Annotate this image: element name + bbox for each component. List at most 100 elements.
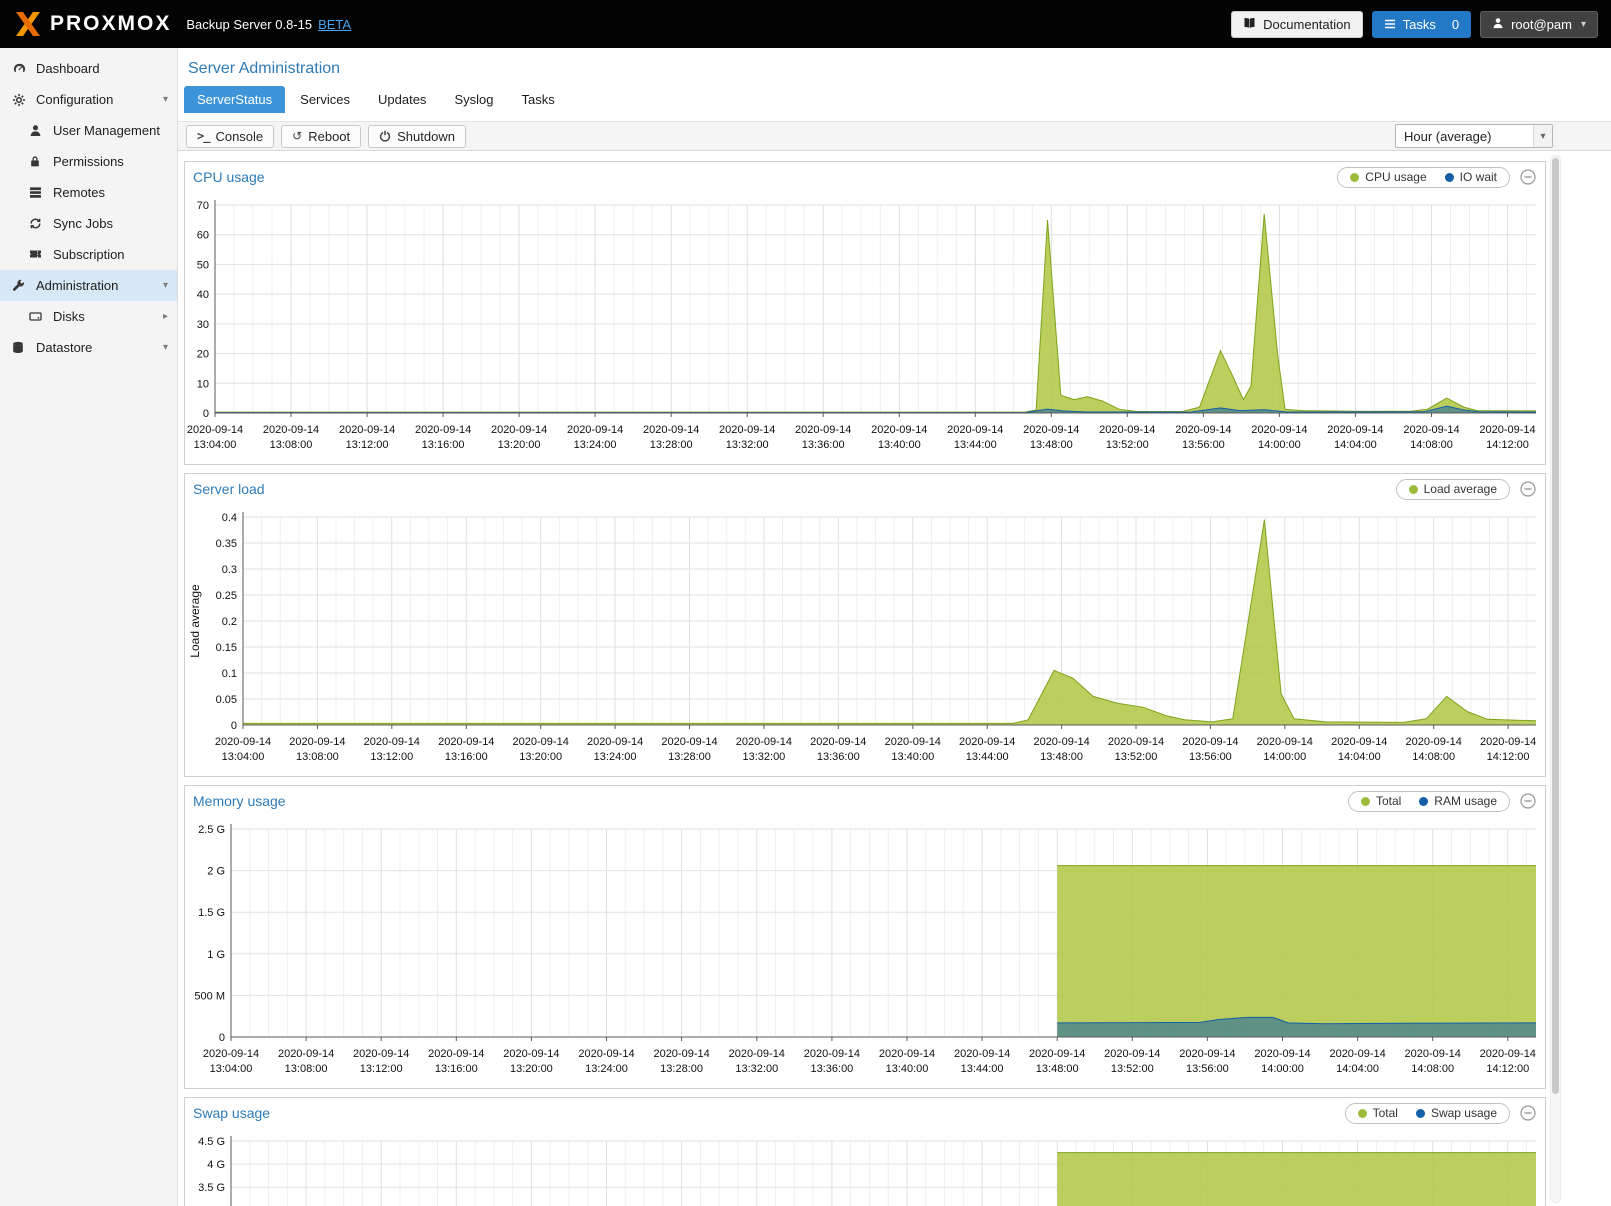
tab-tasks[interactable]: Tasks (508, 86, 567, 113)
svg-text:70: 70 (197, 200, 209, 212)
sidebar-item-permissions[interactable]: Permissions (0, 146, 177, 177)
svg-text:2020-09-14: 2020-09-14 (1331, 736, 1387, 748)
svg-text:13:04:00: 13:04:00 (194, 439, 237, 451)
svg-text:2020-09-14: 2020-09-14 (1480, 736, 1536, 748)
svg-text:13:28:00: 13:28:00 (668, 751, 711, 763)
svg-text:2020-09-14: 2020-09-14 (353, 1048, 409, 1060)
sidebar-item-datastore[interactable]: Datastore▾ (0, 332, 177, 363)
svg-text:13:12:00: 13:12:00 (360, 1063, 403, 1075)
svg-text:13:24:00: 13:24:00 (585, 1063, 628, 1075)
svg-text:2020-09-14: 2020-09-14 (1251, 424, 1307, 436)
svg-text:2020-09-14: 2020-09-14 (491, 424, 547, 436)
documentation-button[interactable]: Documentation (1231, 11, 1362, 38)
svg-text:2020-09-14: 2020-09-14 (513, 736, 569, 748)
svg-text:13:44:00: 13:44:00 (954, 439, 997, 451)
svg-text:2020-09-14: 2020-09-14 (1033, 736, 1089, 748)
subscription-icon (29, 248, 45, 262)
svg-text:13:04:00: 13:04:00 (210, 1063, 253, 1075)
svg-text:2020-09-14: 2020-09-14 (736, 736, 792, 748)
chevron-down-icon[interactable]: ▾ (163, 95, 168, 105)
svg-text:2020-09-14: 2020-09-14 (187, 424, 243, 436)
sidebar-item-configuration[interactable]: Configuration▾ (0, 84, 177, 115)
svg-text:13:16:00: 13:16:00 (422, 439, 465, 451)
svg-text:13:40:00: 13:40:00 (878, 439, 921, 451)
user-menu-button[interactable]: root@pam ▾ (1480, 11, 1598, 38)
svg-text:1 G: 1 G (207, 949, 225, 961)
svg-text:14:04:00: 14:04:00 (1334, 439, 1377, 451)
panel-server-load: Server loadLoad average2020-09-1413:04:0… (184, 473, 1546, 777)
legend-label: IO wait (1460, 170, 1497, 184)
svg-text:1.5 G: 1.5 G (198, 907, 225, 919)
beta-link[interactable]: BETA (318, 17, 351, 32)
tab-serverstatus[interactable]: ServerStatus (184, 86, 285, 113)
svg-text:2020-09-14: 2020-09-14 (1108, 736, 1164, 748)
sidebar-item-sync-jobs[interactable]: Sync Jobs (0, 208, 177, 239)
shutdown-button[interactable]: Shutdown (368, 125, 466, 148)
tab-services[interactable]: Services (287, 86, 363, 113)
chevron-right-icon[interactable]: ▸ (163, 312, 168, 322)
console-button[interactable]: >_ Console (186, 125, 274, 148)
memory-usage-collapse-button[interactable] (1519, 792, 1537, 810)
chevron-down-icon[interactable]: ▾ (163, 343, 168, 353)
svg-text:2020-09-14: 2020-09-14 (795, 424, 851, 436)
svg-text:2020-09-14: 2020-09-14 (339, 424, 395, 436)
svg-text:13:32:00: 13:32:00 (726, 439, 769, 451)
svg-text:2020-09-14: 2020-09-14 (1029, 1048, 1085, 1060)
svg-text:3.5 G: 3.5 G (198, 1182, 225, 1194)
sidebar-item-subscription[interactable]: Subscription (0, 239, 177, 270)
server-load-collapse-button[interactable] (1519, 480, 1537, 498)
svg-text:2020-09-14: 2020-09-14 (438, 736, 494, 748)
panel-memory-usage: Memory usageTotalRAM usage 2020-09-14 13:0… (184, 785, 1546, 1089)
cpu-usage-legend: CPU usageIO wait (1337, 167, 1510, 188)
svg-text:2020-09-14: 2020-09-14 (1023, 424, 1079, 436)
legend-dot-icon (1445, 173, 1454, 182)
svg-text:13:56:00: 13:56:00 (1182, 439, 1225, 451)
legend-label: Total (1373, 1106, 1398, 1120)
swap-usage-legend: TotalSwap usage (1345, 1103, 1510, 1124)
svg-text:2020-09-14: 2020-09-14 (719, 424, 775, 436)
svg-text:2020-09-14: 2020-09-14 (1329, 1048, 1385, 1060)
legend-dot-icon (1361, 797, 1370, 806)
sidebar-item-remotes[interactable]: Remotes (0, 177, 177, 208)
svg-text:0.1: 0.1 (222, 668, 237, 680)
cpu-usage-collapse-button[interactable] (1519, 168, 1537, 186)
svg-text:2020-09-14: 2020-09-14 (1405, 1048, 1461, 1060)
swap-usage-collapse-button[interactable] (1519, 1104, 1537, 1122)
svg-text:13:20:00: 13:20:00 (510, 1063, 553, 1075)
sidebar-item-dashboard[interactable]: Dashboard (0, 53, 177, 84)
sidebar-item-label: Remotes (53, 185, 105, 200)
sidebar-item-user-management[interactable]: User Management (0, 115, 177, 146)
svg-text:2020-09-14: 2020-09-14 (810, 736, 866, 748)
swap-usage-chart: 2020-09-1413:04:002020-09-1413:08:002020… (185, 1128, 1545, 1206)
vertical-scrollbar[interactable] (1550, 155, 1561, 1203)
svg-text:2020-09-14: 2020-09-14 (1257, 736, 1313, 748)
svg-text:13:24:00: 13:24:00 (574, 439, 617, 451)
swap-usage-header: Swap usageTotalSwap usage (185, 1098, 1545, 1128)
svg-text:0: 0 (219, 1032, 225, 1044)
legend-item-io-wait: IO wait (1445, 170, 1497, 184)
chevron-down-icon[interactable]: ▾ (163, 281, 168, 291)
svg-text:2020-09-14: 2020-09-14 (947, 424, 1003, 436)
swap-usage-title: Swap usage (193, 1105, 1345, 1121)
svg-text:14:04:00: 14:04:00 (1338, 751, 1381, 763)
svg-text:60: 60 (197, 230, 209, 242)
sidebar-item-label: Disks (53, 309, 85, 324)
proxmox-logo-icon (13, 11, 43, 37)
svg-text:2020-09-14: 2020-09-14 (661, 736, 717, 748)
tab-syslog[interactable]: Syslog (441, 86, 506, 113)
legend-label: Total (1376, 794, 1401, 808)
sidebar-item-disks[interactable]: Disks ▸ (0, 301, 177, 332)
svg-text:0.2: 0.2 (222, 616, 237, 628)
memory-usage-header: Memory usageTotalRAM usage (185, 786, 1545, 816)
tab-updates[interactable]: Updates (365, 86, 439, 113)
reboot-button[interactable]: ↺ Reboot (281, 125, 361, 148)
main-content: Server Administration ServerStatus Servi… (178, 48, 1611, 1206)
timeframe-select[interactable]: Hour (average) ▾ (1395, 124, 1553, 148)
scrollbar-thumb[interactable] (1552, 158, 1559, 1094)
svg-text:14:00:00: 14:00:00 (1261, 1063, 1304, 1075)
legend-item-total: Total (1361, 794, 1401, 808)
tasks-button[interactable]: Tasks 0 (1372, 11, 1471, 38)
sidebar-item-label: User Management (53, 123, 160, 138)
sidebar-item-administration[interactable]: Administration▾ (0, 270, 177, 301)
svg-text:2020-09-14: 2020-09-14 (871, 424, 927, 436)
